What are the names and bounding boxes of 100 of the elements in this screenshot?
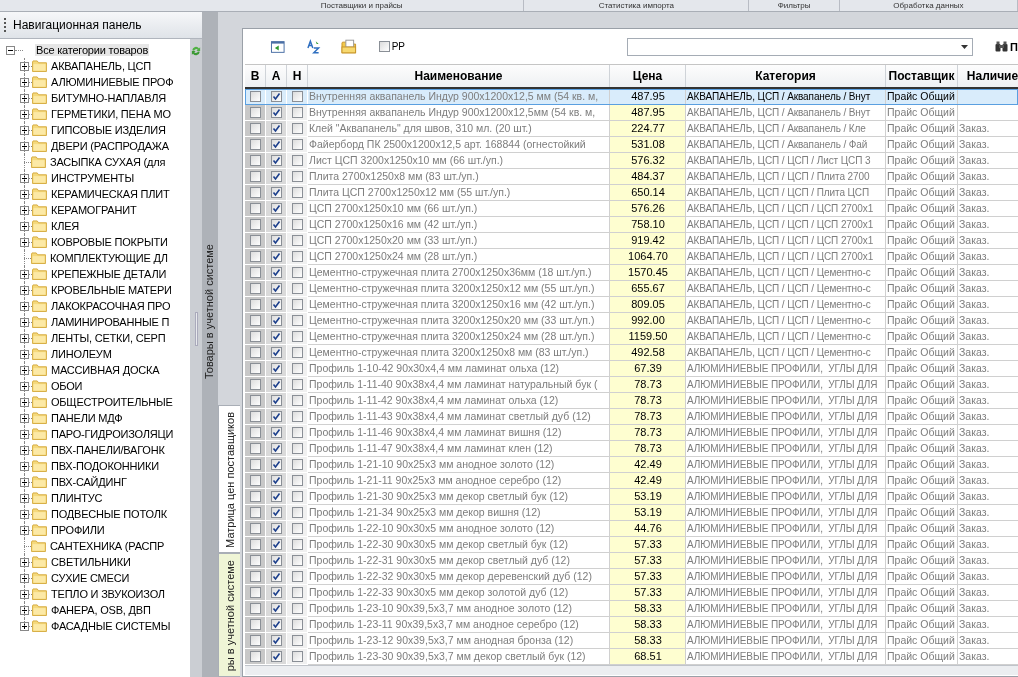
table-row[interactable]: Цементно-стружечная плита 3200x1250x24 мм (28 шт./уп.) 1159.50 АКВАПАНЕЛЬ, ЦСП / ЦСП / Цементно-с Прайс Общий Заказ. <box>245 329 1018 345</box>
table-row[interactable]: Профиль 1-11-42 90x38x4,4 мм ламинат ольха (12) 78.73 АЛЮМИНИЕВЫЕ ПРОФИЛИ, УГЛЫ ДЛЯ Прайс Общий Заказ. <box>245 393 1018 409</box>
checkbox[interactable] <box>270 155 282 166</box>
expand-icon[interactable] <box>20 173 29 183</box>
checkbox[interactable] <box>291 283 303 294</box>
expand-icon[interactable] <box>20 525 29 535</box>
expand-icon[interactable] <box>20 621 29 631</box>
table-row[interactable]: Профиль 1-21-10 90x25x3 мм анодное золото (12) 42.49 АЛЮМИНИЕВЫЕ ПРОФИЛИ, УГЛЫ ДЛЯ Прайс Общий Заказ. <box>245 457 1018 473</box>
checkbox[interactable] <box>291 267 303 278</box>
tree-item[interactable]: САНТЕХНИКА (РАСПР <box>49 540 166 552</box>
checkbox[interactable] <box>291 219 303 230</box>
column-header[interactable]: В <box>245 65 266 87</box>
tree-item[interactable]: ЛИНОЛЕУМ <box>50 348 113 360</box>
expand-icon[interactable] <box>20 349 29 359</box>
checkbox[interactable] <box>249 219 261 230</box>
checkbox[interactable] <box>291 427 303 438</box>
side-tab[interactable]: Матрица цен поставщиков <box>218 405 240 553</box>
table-row[interactable]: Лист ЦСП 3200x1250x10 мм (66 шт./уп.) 576.32 АКВАПАНЕЛЬ, ЦСП / ЦСП / Лист ЦСП 3 Прайс Общий Заказ. <box>245 153 1018 169</box>
checkbox[interactable] <box>291 155 303 166</box>
tree-item[interactable]: КРОВЕЛЬНЫЕ МАТЕРИ <box>50 284 173 296</box>
checkbox[interactable] <box>291 651 303 662</box>
checkbox[interactable] <box>291 395 303 406</box>
checkbox[interactable] <box>249 491 261 502</box>
checkbox[interactable] <box>249 203 261 214</box>
find-button[interactable]: П <box>995 40 1018 53</box>
table-row[interactable]: Цементно-стружечная плита 3200x1250x12 мм (55 шт./уп.) 655.67 АКВАПАНЕЛЬ, ЦСП / ЦСП / Цементно-с Прайс Общий Заказ. <box>245 281 1018 297</box>
expand-icon[interactable] <box>20 461 29 471</box>
checkbox[interactable] <box>249 363 261 374</box>
tree-item[interactable]: АЛЮМИНИЕВЫЕ ПРОФ <box>50 76 175 88</box>
checkbox[interactable] <box>291 347 303 358</box>
checkbox[interactable] <box>249 299 261 310</box>
table-row[interactable]: Профиль 1-21-11 90x25x3 мм анодное серебро (12) 42.49 АЛЮМИНИЕВЫЕ ПРОФИЛИ, УГЛЫ ДЛЯ Прайс Общий Заказ. <box>245 473 1018 489</box>
tree-item[interactable]: КЕРАМОГРАНИТ <box>50 204 138 216</box>
expand-icon[interactable] <box>20 557 29 567</box>
checkbox[interactable] <box>270 171 282 182</box>
table-row[interactable]: Внутренняя аквапанель Индур 900x1200x12,5мм (54 кв. м, 487.95 АКВАПАНЕЛЬ, ЦСП / Аквапанель / Внут Прайс Общий <box>245 105 1018 121</box>
checkbox[interactable] <box>249 107 261 118</box>
checkbox[interactable] <box>270 411 282 422</box>
tree-item[interactable]: БИТУМНО-НАПЛАВЛЯ <box>50 92 167 104</box>
expand-icon[interactable] <box>20 605 29 615</box>
table-row[interactable]: Профиль 1-22-10 90x30x5 мм анодное золото (12) 44.76 АЛЮМИНИЕВЫЕ ПРОФИЛИ, УГЛЫ ДЛЯ Прайс Общий Заказ. <box>245 521 1018 537</box>
checkbox[interactable] <box>291 363 303 374</box>
checkbox[interactable] <box>270 475 282 486</box>
checkbox[interactable] <box>270 187 282 198</box>
column-header[interactable]: Наличие <box>958 65 1018 87</box>
side-tab[interactable]: ры в учетной системе <box>218 553 240 677</box>
expand-icon[interactable] <box>20 109 29 119</box>
tree-item[interactable]: ГЕРМЕТИКИ, ПЕНА МО <box>50 108 172 120</box>
checkbox[interactable] <box>249 651 261 662</box>
checkbox[interactable] <box>270 139 282 150</box>
checkbox[interactable] <box>291 603 303 614</box>
refresh-icon[interactable] <box>190 45 202 57</box>
table-row[interactable]: Профиль 1-23-11 90x39,5x3,7 мм анодное серебро (12) 58.33 АЛЮМИНИЕВЫЕ ПРОФИЛИ, УГЛЫ ДЛЯ Прайс Общий Заказ. <box>245 617 1018 633</box>
expand-icon[interactable] <box>20 205 29 215</box>
expand-icon[interactable] <box>20 333 29 343</box>
expand-icon[interactable] <box>20 429 29 439</box>
expand-icon[interactable] <box>20 221 29 231</box>
checkbox[interactable] <box>270 91 282 102</box>
column-header[interactable]: Поставщик <box>886 65 958 87</box>
checkbox[interactable] <box>249 267 261 278</box>
checkbox[interactable] <box>270 251 282 262</box>
tree-item[interactable]: ПЛИНТУС <box>50 492 104 504</box>
tree-item[interactable]: МАССИВНАЯ ДОСКА <box>50 364 161 376</box>
checkbox[interactable] <box>291 523 303 534</box>
tree-item[interactable]: ПАРО-ГИДРОИЗОЛЯЦИ <box>50 428 175 440</box>
checkbox[interactable] <box>249 539 261 550</box>
checkbox[interactable] <box>249 283 261 294</box>
table-row[interactable]: Плита 2700x1250x8 мм (83 шт./уп.) 484.37 АКВАПАНЕЛЬ, ЦСП / ЦСП / Плита 2700 Прайс Общий Заказ. <box>245 169 1018 185</box>
checkbox[interactable] <box>249 171 261 182</box>
checkbox[interactable] <box>291 507 303 518</box>
table-row[interactable]: Клей "Аквапанель" для швов, 310 мл. (20 шт.) 224.77 АКВАПАНЕЛЬ, ЦСП / Аквапанель / Кле Прайс Общий Заказ. <box>245 121 1018 137</box>
expand-icon[interactable] <box>20 61 29 71</box>
tree-item[interactable]: ПАНЕЛИ МДФ <box>50 412 124 424</box>
tree-item[interactable]: СУХИЕ СМЕСИ <box>50 572 131 584</box>
table-row[interactable]: Плита ЦСП 2700x1250x12 мм (55 шт./уп.) 650.14 АКВАПАНЕЛЬ, ЦСП / ЦСП / Плита ЦСП Прайс Общий Заказ. <box>245 185 1018 201</box>
table-row[interactable]: Файерборд ПК 2500x1200x12,5 арт. 168844 (огнестойкий 531.08 АКВАПАНЕЛЬ, ЦСП / Аквапанель / Фай Прайс Общий Заказ. <box>245 137 1018 153</box>
collapsed-panel-tab[interactable]: Товары в учетной системе <box>203 244 215 380</box>
tree-item[interactable]: КЛЕЯ <box>50 220 81 232</box>
tree-item[interactable]: ДВЕРИ (РАСПРОДАЖА <box>50 140 170 152</box>
table-row[interactable]: Профиль 1-11-46 90x38x4,4 мм ламинат вишня (12) 78.73 АЛЮМИНИЕВЫЕ ПРОФИЛИ, УГЛЫ ДЛЯ Прайс Общий Заказ. <box>245 425 1018 441</box>
checkbox[interactable] <box>291 171 303 182</box>
table-row[interactable]: ЦСП 2700x1250x20 мм (33 шт./уп.) 919.42 АКВАПАНЕЛЬ, ЦСП / ЦСП / ЦСП 2700x1 Прайс Общий Заказ. <box>245 233 1018 249</box>
tree-item[interactable]: КЕРАМИЧЕСКАЯ ПЛИТ <box>50 188 171 200</box>
checkbox[interactable] <box>270 379 282 390</box>
horizontal-scrollbar[interactable] <box>245 665 1018 675</box>
checkbox[interactable] <box>291 91 303 102</box>
expand-icon[interactable] <box>20 413 29 423</box>
tree-item[interactable]: КОМПЛЕКТУЮЩИЕ ДЛ <box>49 252 169 264</box>
checkbox[interactable] <box>249 587 261 598</box>
tree-item[interactable]: ПОДВЕСНЫЕ ПОТОЛК <box>50 508 168 520</box>
tree-item[interactable]: ЛАМИНИРОВАННЫЕ П <box>50 316 171 328</box>
table-row[interactable]: Внутренняя аквапанель Индур 900x1200x12,5 мм (54 кв. м, 487.95 АКВАПАНЕЛЬ, ЦСП / Аквапанель / Внут Прайс Общий <box>245 89 1018 105</box>
checkbox[interactable] <box>270 283 282 294</box>
checkbox[interactable] <box>249 139 261 150</box>
checkbox[interactable] <box>291 411 303 422</box>
checkbox[interactable] <box>249 555 261 566</box>
checkbox[interactable] <box>249 331 261 342</box>
table-row[interactable]: Профиль 1-22-30 90x30x5 мм декор светлый бук (12) 57.33 АЛЮМИНИЕВЫЕ ПРОФИЛИ, УГЛЫ ДЛЯ Прайс Общий Заказ. <box>245 537 1018 553</box>
checkbox[interactable] <box>291 299 303 310</box>
table-row[interactable]: Профиль 1-22-33 90x30x5 мм декор золотой дуб (12) 57.33 АЛЮМИНИЕВЫЕ ПРОФИЛИ, УГЛЫ ДЛЯ Прайс Общий Заказ. <box>245 585 1018 601</box>
